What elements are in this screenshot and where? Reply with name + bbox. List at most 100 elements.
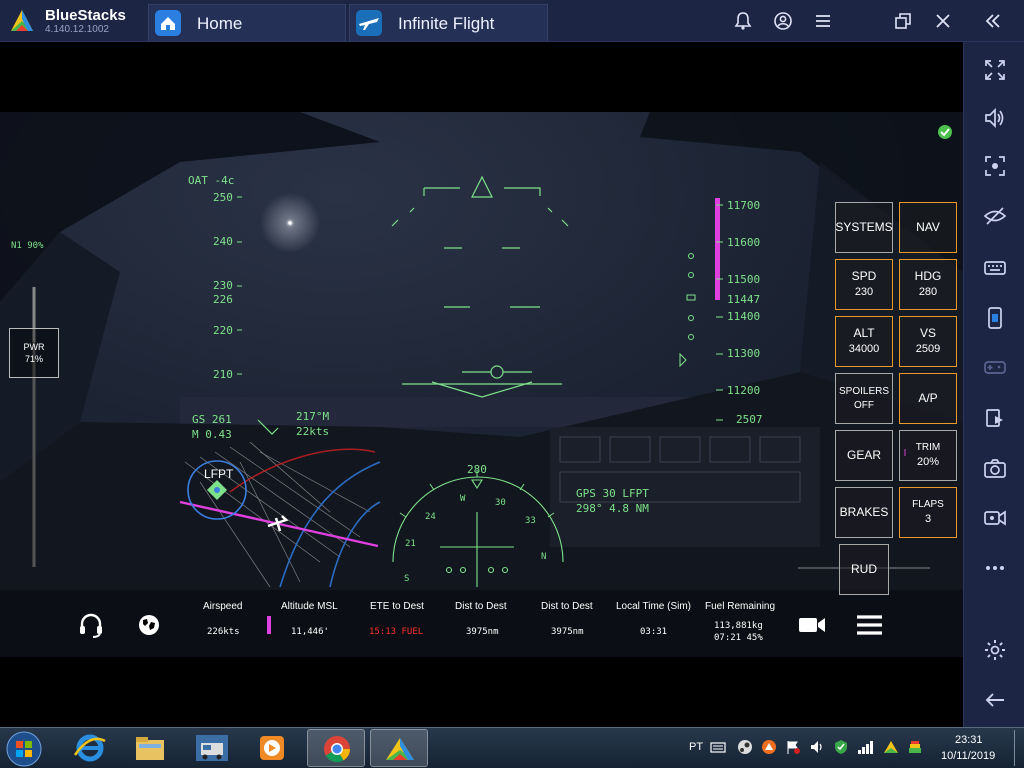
clock-time[interactable]: 23:31 bbox=[955, 734, 983, 746]
keyboard-icon[interactable] bbox=[983, 256, 1007, 280]
bluestacks-window: BlueStacks 4.140.12.1002 Home Infinite F… bbox=[0, 0, 1024, 768]
game-viewport[interactable]: OAT -4c N1 90% 250 240 230 226 220 210 G… bbox=[0, 42, 963, 727]
info-airspeed-header: Airspeed bbox=[203, 601, 243, 612]
alt-tick-11600: 11600 bbox=[727, 236, 761, 249]
brakes-label: BRAKES bbox=[839, 505, 889, 520]
avast-tray-icon[interactable] bbox=[761, 739, 777, 755]
autopilot-label: A/P bbox=[918, 391, 938, 406]
title-bar: BlueStacks 4.140.12.1002 Home Infinite F… bbox=[0, 0, 1024, 42]
tab-infinite-flight[interactable]: Infinite Flight bbox=[349, 4, 548, 41]
alt-value: 34000 bbox=[848, 343, 880, 356]
spoilers-value: OFF bbox=[854, 399, 874, 411]
altitude-trend-bar bbox=[715, 198, 720, 300]
app-version: 4.140.12.1002 bbox=[45, 24, 109, 35]
info-ete-header: ETE to Dest bbox=[370, 601, 424, 612]
clock-date[interactable]: 10/11/2019 bbox=[941, 750, 995, 762]
alt-tick-11700: 11700 bbox=[727, 199, 761, 212]
compass-30: 30 bbox=[495, 498, 506, 508]
volume-icon[interactable] bbox=[983, 106, 1007, 130]
video-record-icon[interactable] bbox=[983, 506, 1007, 530]
vertical-speed: 2507 bbox=[736, 413, 763, 426]
camera-icon[interactable] bbox=[798, 615, 826, 635]
brakes-button[interactable]: BRAKES bbox=[835, 487, 893, 538]
media-player-icon[interactable] bbox=[243, 729, 301, 767]
settings-gear-icon[interactable] bbox=[983, 638, 1007, 662]
info-dist-value-2: 3975nm bbox=[551, 627, 584, 637]
spoilers-button[interactable]: SPOILERS OFF bbox=[835, 373, 893, 424]
flaps-button[interactable]: FLAPS 3 bbox=[899, 487, 957, 538]
current-speed: 226 bbox=[213, 293, 233, 306]
mach-number: M 0.43 bbox=[192, 428, 232, 441]
tab-home[interactable]: Home bbox=[148, 4, 346, 41]
menu-icon[interactable] bbox=[813, 11, 833, 31]
pwr-value: 71% bbox=[24, 353, 43, 364]
screenshot-camera-icon[interactable] bbox=[983, 456, 1007, 480]
windows-taskbar: PT 23:31 10/11/2019 bbox=[0, 727, 1024, 768]
vs-value: 2509 bbox=[915, 343, 941, 356]
headset-icon[interactable] bbox=[78, 612, 104, 638]
systems-button[interactable]: SYSTEMS bbox=[835, 202, 893, 253]
nav-button[interactable]: NAV bbox=[899, 202, 957, 253]
show-desktop-button[interactable] bbox=[1014, 730, 1024, 766]
hdg-value: 280 bbox=[918, 286, 938, 299]
restore-icon[interactable] bbox=[893, 11, 913, 31]
eye-off-icon[interactable] bbox=[983, 204, 1007, 228]
security-shield-tray-icon[interactable] bbox=[833, 739, 849, 755]
language-indicator[interactable]: PT bbox=[689, 741, 703, 753]
pwr-label: PWR bbox=[23, 342, 45, 352]
gamepad-icon[interactable] bbox=[983, 354, 1007, 378]
install-apk-icon[interactable] bbox=[983, 406, 1007, 430]
speaker-tray-icon[interactable] bbox=[809, 739, 825, 755]
stacked-app-tray-icon[interactable] bbox=[907, 739, 923, 755]
screen-record-icon[interactable] bbox=[983, 154, 1007, 178]
vs-button[interactable]: VS 2509 bbox=[899, 316, 957, 367]
steam-tray-icon[interactable] bbox=[737, 739, 753, 755]
rudder-button[interactable]: RUD bbox=[839, 544, 889, 595]
trim-button[interactable]: TRIM 20% bbox=[899, 430, 957, 481]
spd-button[interactable]: SPD 230 bbox=[835, 259, 893, 310]
compass-21: 21 bbox=[405, 539, 416, 549]
hdg-button[interactable]: HDG 280 bbox=[899, 259, 957, 310]
gear-button[interactable]: GEAR bbox=[835, 430, 893, 481]
compass-33: 33 bbox=[525, 516, 536, 526]
collapse-sidebar-icon[interactable] bbox=[983, 11, 1003, 31]
tab-infinite-flight-label: Infinite Flight bbox=[398, 14, 495, 33]
alt-tick-11300: 11300 bbox=[727, 347, 761, 360]
chrome-icon[interactable] bbox=[307, 729, 365, 767]
alt-button[interactable]: ALT 34000 bbox=[835, 316, 893, 367]
back-arrow-icon[interactable] bbox=[983, 688, 1007, 712]
autopilot-button[interactable]: A/P bbox=[899, 373, 957, 424]
wind-speed: 22kts bbox=[296, 425, 330, 438]
info-dist-header-2: Dist to Dest bbox=[541, 601, 593, 612]
app-name: BlueStacks bbox=[45, 7, 126, 24]
speed-tick-240: 240 bbox=[213, 235, 233, 248]
power-indicator[interactable]: PWR 71% bbox=[9, 328, 59, 378]
info-ete-value: 15:13 FUEL bbox=[369, 627, 424, 637]
globe-icon[interactable] bbox=[138, 614, 160, 636]
start-button-icon[interactable] bbox=[5, 730, 43, 768]
info-fuel-time: 07:21 45% bbox=[714, 633, 763, 643]
account-icon[interactable] bbox=[773, 11, 793, 31]
close-icon[interactable] bbox=[933, 11, 953, 31]
bluestacks-tray-icon[interactable] bbox=[883, 739, 899, 755]
home-icon bbox=[155, 10, 181, 36]
hamburger-menu-icon[interactable] bbox=[856, 614, 883, 636]
network-signal-icon[interactable] bbox=[857, 739, 875, 755]
more-options-icon[interactable] bbox=[983, 556, 1007, 580]
alt-label: ALT bbox=[853, 326, 875, 341]
compass-w: W bbox=[460, 494, 466, 504]
internet-explorer-icon[interactable] bbox=[61, 729, 119, 767]
file-explorer-icon[interactable] bbox=[121, 729, 179, 767]
action-center-flag-icon[interactable] bbox=[785, 739, 801, 755]
keyboard-tray-icon[interactable] bbox=[710, 740, 726, 754]
hdg-label: HDG bbox=[914, 269, 942, 284]
trim-label: TRIM bbox=[915, 441, 941, 453]
phone-icon[interactable] bbox=[983, 306, 1007, 330]
bluestacks-taskbar-icon[interactable] bbox=[370, 729, 428, 767]
rudder-label: RUD bbox=[851, 562, 877, 577]
info-local-time-value: 03:31 bbox=[640, 627, 668, 637]
bell-icon[interactable] bbox=[733, 11, 753, 31]
truck-game-icon[interactable] bbox=[183, 729, 241, 767]
fullscreen-icon[interactable] bbox=[983, 58, 1007, 82]
connected-check-icon bbox=[938, 125, 952, 139]
